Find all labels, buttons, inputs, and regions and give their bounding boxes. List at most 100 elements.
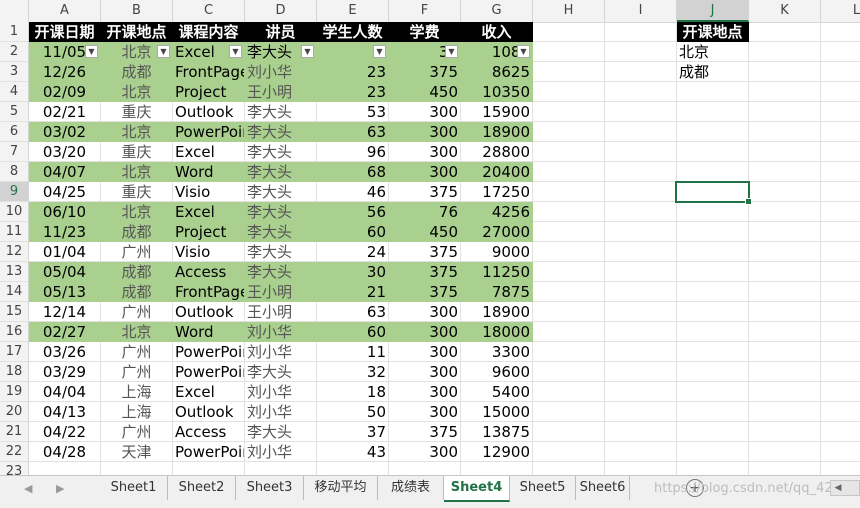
column-header-c[interactable]: C	[173, 0, 245, 22]
empty-cell[interactable]	[605, 242, 677, 262]
cell-teacher[interactable]: 李大头	[245, 422, 317, 442]
empty-cell[interactable]	[677, 322, 749, 342]
empty-cell[interactable]	[605, 322, 677, 342]
row-header[interactable]: 4	[0, 82, 29, 102]
cell-place[interactable]: 北京	[101, 202, 173, 222]
select-all-corner[interactable]	[0, 0, 29, 22]
empty-cell[interactable]	[749, 442, 821, 462]
cell-teacher[interactable]: 李大头	[245, 222, 317, 242]
cell-teacher[interactable]: 李大头	[245, 142, 317, 162]
empty-cell[interactable]	[749, 302, 821, 322]
empty-cell[interactable]	[821, 42, 860, 62]
cell-students[interactable]: 21	[317, 282, 389, 302]
cell-date[interactable]: 05/13	[29, 282, 101, 302]
column-header-e[interactable]: E	[317, 0, 389, 22]
empty-cell[interactable]	[821, 262, 860, 282]
cell-teacher[interactable]: 李大头	[245, 242, 317, 262]
cell-income[interactable]: 18000	[461, 322, 533, 342]
empty-cell[interactable]	[533, 442, 605, 462]
filter-dropdown-icon[interactable]: ▼	[157, 45, 170, 58]
empty-cell[interactable]	[749, 182, 821, 202]
cell-students[interactable]: 60	[317, 222, 389, 242]
cell-income[interactable]: 3300	[461, 342, 533, 362]
empty-cell[interactable]	[533, 162, 605, 182]
empty-cell[interactable]	[821, 222, 860, 242]
empty-cell[interactable]	[749, 82, 821, 102]
cell-students[interactable]: 43	[317, 442, 389, 462]
cell-fee[interactable]: 300	[389, 342, 461, 362]
empty-cell[interactable]	[605, 122, 677, 142]
sheet-tab[interactable]: Sheet4	[444, 476, 510, 502]
cell-place[interactable]: 北京	[101, 122, 173, 142]
criteria-value-cell[interactable]: 北京	[677, 42, 749, 62]
empty-cell[interactable]	[533, 122, 605, 142]
row-header[interactable]: 16	[0, 322, 29, 342]
cell-course[interactable]: PowerPoint	[173, 342, 245, 362]
row-header[interactable]: 1	[0, 22, 29, 42]
table-header-cell[interactable]: 收入	[461, 22, 533, 42]
cell-date[interactable]: 03/20	[29, 142, 101, 162]
empty-cell[interactable]	[749, 122, 821, 142]
cell-date[interactable]: 12/14	[29, 302, 101, 322]
cell-place[interactable]: 成都	[101, 282, 173, 302]
empty-cell[interactable]	[533, 142, 605, 162]
empty-cell[interactable]	[677, 142, 749, 162]
row-header[interactable]: 6	[0, 122, 29, 142]
empty-cell[interactable]	[749, 162, 821, 182]
empty-cell[interactable]	[821, 402, 860, 422]
cell-teacher[interactable]: 刘小华	[245, 402, 317, 422]
empty-cell[interactable]	[821, 162, 860, 182]
empty-cell[interactable]	[749, 362, 821, 382]
column-header-h[interactable]: H	[533, 0, 605, 22]
cell-students[interactable]: 32	[317, 362, 389, 382]
empty-cell[interactable]	[605, 22, 677, 42]
row-header[interactable]: 3	[0, 62, 29, 82]
empty-cell[interactable]	[749, 62, 821, 82]
table-header-cell[interactable]: 学生人数	[317, 22, 389, 42]
cell-date[interactable]: 04/13	[29, 402, 101, 422]
empty-cell[interactable]	[749, 342, 821, 362]
cell-course[interactable]: FrontPage	[173, 62, 245, 82]
cell-date[interactable]: 11/23	[29, 222, 101, 242]
empty-cell[interactable]	[389, 462, 461, 475]
cell-income[interactable]: 15900	[461, 102, 533, 122]
empty-cell[interactable]	[29, 462, 101, 475]
empty-cell[interactable]	[605, 62, 677, 82]
cell-course[interactable]: Excel	[173, 202, 245, 222]
cell-place[interactable]: 成都	[101, 62, 173, 82]
sheet-tab[interactable]: Sheet3	[236, 476, 304, 500]
sheet-tab[interactable]: Sheet1	[100, 476, 168, 500]
cell-teacher[interactable]: 李大头	[245, 102, 317, 122]
empty-cell[interactable]	[533, 302, 605, 322]
sheet-tab[interactable]: Sheet2	[168, 476, 236, 500]
cell-teacher[interactable]: 刘小华	[245, 322, 317, 342]
cell-students[interactable]: 96	[317, 142, 389, 162]
filter-dropdown-icon[interactable]: ▼	[85, 45, 98, 58]
fill-handle[interactable]	[745, 198, 752, 205]
cell-fee[interactable]: 300	[389, 122, 461, 142]
cell-date[interactable]: 02/21	[29, 102, 101, 122]
prev-sheet-icon[interactable]: ◀	[24, 482, 32, 495]
row-header[interactable]: 9	[0, 182, 29, 202]
cell-fee[interactable]: 375	[389, 242, 461, 262]
empty-cell[interactable]	[605, 102, 677, 122]
sheet-tab[interactable]: Sheet5	[510, 476, 576, 500]
empty-cell[interactable]	[461, 462, 533, 475]
filter-cell-fee[interactable]: 30▼	[389, 42, 461, 62]
cell-fee[interactable]: 300	[389, 142, 461, 162]
cell-income[interactable]: 4256	[461, 202, 533, 222]
empty-cell[interactable]	[677, 302, 749, 322]
spreadsheet-grid[interactable]: ABCDEFGHIJKL 1 开课日期 开课地点 课程内容 讲员 学生人数 学费 收入 开课地点…	[0, 0, 860, 475]
cell-fee[interactable]: 375	[389, 62, 461, 82]
cell-teacher[interactable]: 王小明	[245, 302, 317, 322]
column-header-j[interactable]: J	[677, 0, 749, 22]
row-header[interactable]: 14	[0, 282, 29, 302]
column-header-d[interactable]: D	[245, 0, 317, 22]
cell-place[interactable]: 北京	[101, 82, 173, 102]
empty-cell[interactable]	[749, 322, 821, 342]
empty-cell[interactable]	[677, 202, 749, 222]
filter-dropdown-icon[interactable]: ▼	[301, 45, 314, 58]
empty-cell[interactable]	[821, 342, 860, 362]
cell-income[interactable]: 10350	[461, 82, 533, 102]
cell-date[interactable]: 04/07	[29, 162, 101, 182]
